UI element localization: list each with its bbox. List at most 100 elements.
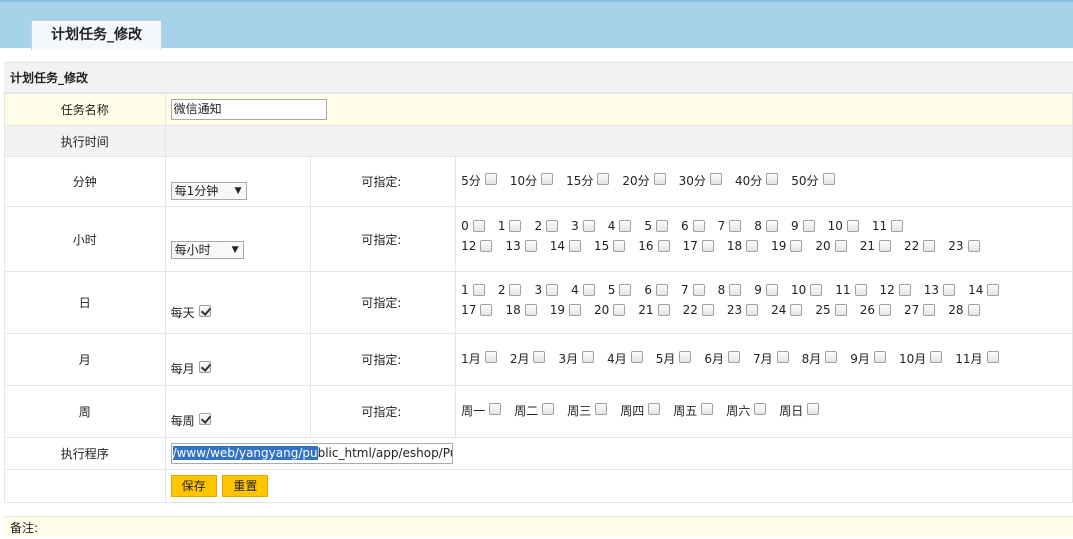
- option-checkbox[interactable]: [582, 283, 595, 296]
- option-checkbox[interactable]: [679, 350, 692, 363]
- option-checkbox[interactable]: [582, 220, 595, 232]
- option-checkbox[interactable]: [546, 220, 559, 232]
- option-label: 14: [968, 282, 984, 297]
- option-checkbox[interactable]: [807, 402, 820, 415]
- option-checkbox[interactable]: [987, 283, 1000, 296]
- option-checkbox[interactable]: [746, 240, 759, 252]
- option-checkbox[interactable]: [709, 172, 722, 185]
- option-checkbox[interactable]: [657, 240, 670, 252]
- option-checkbox[interactable]: [653, 172, 666, 185]
- option-checkbox[interactable]: [613, 240, 626, 252]
- day-options-row1: 1 2 3 4 5 6 7 8 9 10 11 12 13 14: [457, 282, 1072, 303]
- option-checkbox[interactable]: [569, 240, 582, 252]
- option-checkbox[interactable]: [810, 283, 823, 296]
- option-checkbox[interactable]: [728, 350, 741, 363]
- option-label: 周一: [461, 403, 486, 418]
- option-checkbox[interactable]: [619, 220, 632, 232]
- option-checkbox[interactable]: [986, 350, 999, 363]
- reset-button[interactable]: 重置: [222, 475, 269, 497]
- option-checkbox[interactable]: [729, 283, 742, 296]
- option-checkbox[interactable]: [569, 303, 582, 316]
- option-checkbox[interactable]: [854, 283, 867, 296]
- option-item: 20分: [622, 172, 666, 189]
- minute-select[interactable]: 每1分钟 ▼: [170, 182, 247, 200]
- option-checkbox[interactable]: [878, 240, 891, 252]
- option-checkbox[interactable]: [802, 220, 815, 232]
- option-item: 2: [534, 219, 559, 233]
- option-checkbox[interactable]: [878, 303, 891, 316]
- option-checkbox[interactable]: [648, 402, 661, 415]
- option-checkbox[interactable]: [472, 220, 485, 232]
- option-checkbox[interactable]: [967, 303, 980, 316]
- option-checkbox[interactable]: [597, 172, 610, 185]
- option-checkbox[interactable]: [692, 283, 705, 296]
- hour-select[interactable]: 每小时 ▼: [170, 241, 244, 259]
- option-checkbox[interactable]: [825, 350, 838, 363]
- option-checkbox[interactable]: [484, 172, 497, 185]
- option-checkbox[interactable]: [509, 283, 522, 296]
- tab-edit-task[interactable]: 计划任务_修改: [31, 20, 162, 50]
- option-label: 0: [461, 219, 469, 233]
- option-item: 5: [644, 219, 669, 233]
- option-checkbox[interactable]: [582, 350, 595, 363]
- every-day-checkbox[interactable]: [198, 305, 211, 317]
- option-checkbox[interactable]: [472, 283, 485, 296]
- option-checkbox[interactable]: [766, 172, 779, 185]
- option-checkbox[interactable]: [776, 350, 789, 363]
- option-checkbox[interactable]: [765, 220, 778, 232]
- program-input-rest: blic_html/app/eshop/Public: [317, 446, 452, 460]
- option-checkbox[interactable]: [754, 402, 767, 415]
- option-checkbox[interactable]: [834, 303, 847, 316]
- option-checkbox[interactable]: [923, 240, 936, 252]
- option-checkbox[interactable]: [834, 240, 847, 252]
- option-checkbox[interactable]: [541, 172, 554, 185]
- option-checkbox[interactable]: [967, 240, 980, 252]
- save-button[interactable]: 保存: [170, 475, 217, 497]
- option-checkbox[interactable]: [846, 220, 859, 232]
- option-checkbox[interactable]: [630, 350, 643, 363]
- option-checkbox[interactable]: [656, 220, 669, 232]
- option-label: 5分: [461, 173, 481, 188]
- every-month-label: 每月: [170, 362, 195, 376]
- option-checkbox[interactable]: [524, 240, 537, 252]
- option-item: 50分: [791, 172, 835, 189]
- option-item: 23: [727, 303, 759, 317]
- option-checkbox[interactable]: [943, 283, 956, 296]
- option-checkbox[interactable]: [613, 303, 626, 316]
- option-checkbox[interactable]: [546, 283, 559, 296]
- option-checkbox[interactable]: [509, 220, 522, 232]
- every-week-checkbox[interactable]: [198, 413, 211, 425]
- option-checkbox[interactable]: [729, 220, 742, 232]
- option-checkbox[interactable]: [873, 350, 886, 363]
- option-item: 2月: [510, 350, 546, 367]
- option-checkbox[interactable]: [746, 303, 759, 316]
- option-checkbox[interactable]: [930, 350, 943, 363]
- option-checkbox[interactable]: [489, 402, 502, 415]
- option-checkbox[interactable]: [701, 240, 714, 252]
- option-checkbox[interactable]: [790, 240, 803, 252]
- task-name-input[interactable]: 微信通知: [170, 99, 327, 120]
- option-checkbox[interactable]: [822, 172, 835, 185]
- option-label: 10: [790, 282, 807, 297]
- option-checkbox[interactable]: [542, 402, 555, 415]
- option-checkbox[interactable]: [701, 303, 714, 316]
- option-checkbox[interactable]: [656, 283, 669, 296]
- option-checkbox[interactable]: [891, 220, 904, 232]
- option-checkbox[interactable]: [480, 303, 493, 316]
- option-checkbox[interactable]: [524, 303, 537, 316]
- option-checkbox[interactable]: [790, 303, 803, 316]
- option-checkbox[interactable]: [533, 350, 546, 363]
- option-checkbox[interactable]: [923, 303, 936, 316]
- option-checkbox[interactable]: [480, 240, 493, 252]
- every-month-checkbox[interactable]: [198, 361, 211, 373]
- option-checkbox[interactable]: [619, 283, 632, 296]
- option-checkbox[interactable]: [898, 283, 911, 296]
- option-checkbox[interactable]: [657, 303, 670, 316]
- option-checkbox[interactable]: [692, 220, 705, 232]
- option-item: 4: [608, 219, 632, 233]
- program-input[interactable]: /www/web/yangyang/public_html/app/eshop/…: [170, 443, 453, 464]
- option-checkbox[interactable]: [701, 402, 714, 415]
- option-checkbox[interactable]: [484, 350, 497, 363]
- option-checkbox[interactable]: [765, 283, 778, 296]
- option-checkbox[interactable]: [595, 402, 608, 415]
